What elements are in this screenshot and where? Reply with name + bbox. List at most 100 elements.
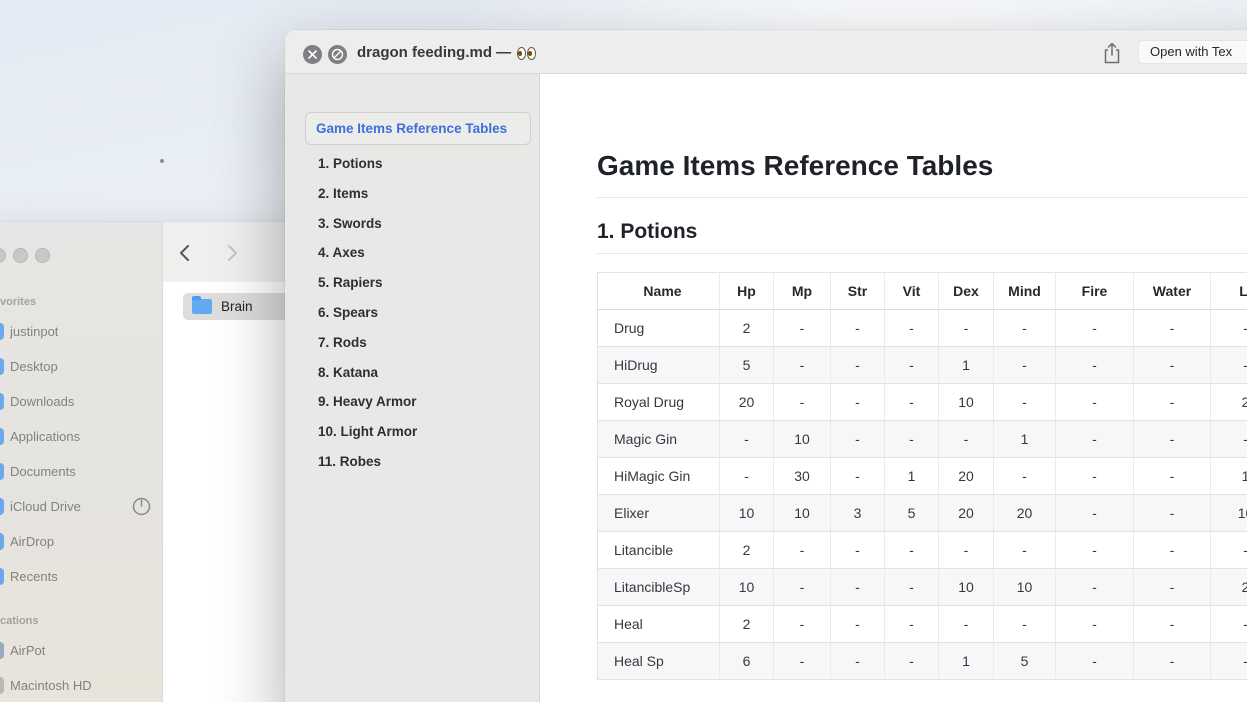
desktop: voritesjustinpotDesktopDownloadsApplicat… xyxy=(0,0,1247,702)
toc-item-4-axes[interactable]: 4. Axes xyxy=(318,238,539,268)
sidebar-item-desktop[interactable]: Desktop xyxy=(0,349,162,384)
cell-stat: - xyxy=(720,421,774,458)
table-row: LitancibleSp10---1010--2 xyxy=(598,569,1247,606)
prohibited-icon[interactable] xyxy=(328,45,347,64)
document-content: Game Items Reference Tables 1. Potions N… xyxy=(540,74,1247,702)
cell-stat: 10 xyxy=(939,569,994,606)
potions-table: NameHpMpStrVitDexMindFireWaterLi Drug2--… xyxy=(597,272,1247,680)
cell-stat: - xyxy=(885,569,939,606)
cell-stat: - xyxy=(939,606,994,643)
cell-stat: - xyxy=(1134,310,1211,347)
finder-sidebar-sections: voritesjustinpotDesktopDownloadsApplicat… xyxy=(0,290,162,702)
toc-item-1-potions[interactable]: 1. Potions xyxy=(318,149,539,179)
column-header-dex: Dex xyxy=(939,273,994,310)
cell-stat: 2 xyxy=(1211,384,1247,421)
cell-stat: 2 xyxy=(1211,569,1247,606)
toc-item-11-robes[interactable]: 11. Robes xyxy=(318,447,539,477)
cursor-dot xyxy=(160,159,164,163)
open-with-button[interactable]: Open with Tex xyxy=(1138,40,1247,64)
cell-stat: - xyxy=(994,606,1056,643)
sidebar-item-airdrop[interactable]: AirDrop xyxy=(0,524,162,559)
cell-stat: - xyxy=(831,384,885,421)
cell-stat: - xyxy=(1134,606,1211,643)
cell-stat: - xyxy=(1211,310,1247,347)
eyes-emoji xyxy=(517,47,536,60)
table-row: Magic Gin-10---1--- xyxy=(598,421,1247,458)
cell-stat: - xyxy=(1211,421,1247,458)
cell-stat: 5 xyxy=(720,347,774,384)
potions-table-head: NameHpMpStrVitDexMindFireWaterLi xyxy=(598,273,1247,310)
cell-stat: - xyxy=(831,347,885,384)
sidebar-item-airpot[interactable]: AirPot xyxy=(0,633,162,668)
cell-stat: - xyxy=(1056,643,1134,680)
cell-item-name: Royal Drug xyxy=(598,384,720,421)
toc-item-3-swords[interactable]: 3. Swords xyxy=(318,209,539,239)
cell-stat: - xyxy=(1211,532,1247,569)
cell-stat: - xyxy=(1134,347,1211,384)
sidebar-item-applications[interactable]: Applications xyxy=(0,419,162,454)
toc-item-9-heavy-armor[interactable]: 9. Heavy Armor xyxy=(318,387,539,417)
cell-stat: - xyxy=(1211,606,1247,643)
toc-item-8-katana[interactable]: 8. Katana xyxy=(318,358,539,388)
sidebar-item-label: AirPot xyxy=(10,643,45,658)
cell-item-name: Heal xyxy=(598,606,720,643)
cell-stat: - xyxy=(885,421,939,458)
minimize-button[interactable] xyxy=(13,248,28,263)
cell-stat: - xyxy=(831,643,885,680)
toc-item-5-rapiers[interactable]: 5. Rapiers xyxy=(318,268,539,298)
sidebar-item-label: Desktop xyxy=(10,359,58,374)
documents-icon xyxy=(0,463,4,480)
sidebar-item-label: iCloud Drive xyxy=(10,499,81,514)
cell-stat: 1 xyxy=(939,643,994,680)
column-header-li: Li xyxy=(1211,273,1247,310)
table-row: Elixer1010352020--10 xyxy=(598,495,1247,532)
cell-item-name: Litancible xyxy=(598,532,720,569)
sidebar-item-justinpot[interactable]: justinpot xyxy=(0,314,162,349)
cell-stat: 10 xyxy=(720,569,774,606)
toc-item-selected[interactable]: Game Items Reference Tables xyxy=(305,112,531,145)
quicklook-title: dragon feeding.md — xyxy=(357,30,536,74)
airdrop-icon xyxy=(0,533,4,550)
cell-item-name: Elixer xyxy=(598,495,720,532)
desktop-icon xyxy=(0,358,4,375)
share-icon[interactable] xyxy=(1102,41,1124,65)
cell-stat: 10 xyxy=(994,569,1056,606)
cell-stat: - xyxy=(885,384,939,421)
cell-stat: 20 xyxy=(720,384,774,421)
cell-stat: - xyxy=(885,532,939,569)
file-name: Brain xyxy=(221,299,253,314)
cell-item-name: Drug xyxy=(598,310,720,347)
table-row: Royal Drug20---10---2 xyxy=(598,384,1247,421)
sidebar-item-label: Applications xyxy=(10,429,80,444)
sidebar-item-icloud-drive[interactable]: iCloud Drive xyxy=(0,489,162,524)
zoom-button[interactable] xyxy=(35,248,50,263)
forward-button[interactable] xyxy=(223,244,241,262)
cell-stat: 10 xyxy=(1211,495,1247,532)
cell-item-name: Magic Gin xyxy=(598,421,720,458)
sidebar-item-downloads[interactable]: Downloads xyxy=(0,384,162,419)
back-button[interactable] xyxy=(176,244,194,262)
cell-stat: 1 xyxy=(939,347,994,384)
toc-item-7-rods[interactable]: 7. Rods xyxy=(318,328,539,358)
toc-item-2-items[interactable]: 2. Items xyxy=(318,179,539,209)
cell-stat: 2 xyxy=(720,310,774,347)
cell-stat: - xyxy=(1134,569,1211,606)
sidebar-item-recents[interactable]: Recents xyxy=(0,559,162,594)
toc-item-6-spears[interactable]: 6. Spears xyxy=(318,298,539,328)
cell-stat: - xyxy=(774,347,831,384)
close-button[interactable] xyxy=(0,248,6,263)
cell-stat: - xyxy=(1056,421,1134,458)
cell-stat: 5 xyxy=(994,643,1056,680)
sidebar-item-label: AirDrop xyxy=(10,534,54,549)
close-icon[interactable] xyxy=(303,45,322,64)
window-controls xyxy=(0,248,50,263)
sidebar-item-macintosh-hd[interactable]: Macintosh HD xyxy=(0,668,162,702)
applications-icon xyxy=(0,428,4,445)
cell-stat: - xyxy=(885,606,939,643)
table-row: HiDrug5---1---- xyxy=(598,347,1247,384)
cell-stat: - xyxy=(831,458,885,495)
toc-item-10-light-armor[interactable]: 10. Light Armor xyxy=(318,417,539,447)
cell-stat: - xyxy=(831,569,885,606)
table-of-contents: Game Items Reference Tables 1. Potions2.… xyxy=(285,74,540,702)
sidebar-item-documents[interactable]: Documents xyxy=(0,454,162,489)
